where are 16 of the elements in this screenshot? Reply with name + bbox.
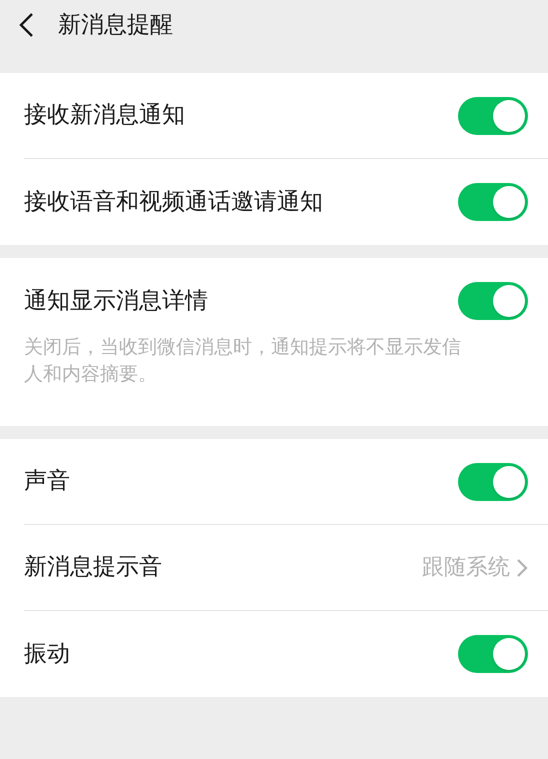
setting-label: 接收新消息通知 [24,101,185,130]
setting-label: 接收语音和视频通话邀请通知 [24,188,323,217]
page-title: 新消息提醒 [58,10,173,40]
setting-label: 声音 [24,467,70,496]
toggle-switch[interactable] [458,282,528,320]
setting-label: 振动 [24,640,70,669]
setting-label: 新消息提示音 [24,553,162,582]
setting-label: 通知显示消息详情 [24,286,208,316]
chevron-right-icon [516,558,528,578]
toggle-switch[interactable] [458,462,528,500]
back-icon[interactable] [18,12,34,38]
setting-value: 跟随系统 [422,554,510,582]
toggle-switch[interactable] [458,183,528,221]
setting-description: 关闭后，当收到微信消息时，通知提示将不显示发信人和内容摘要。 [24,335,462,387]
toggle-switch[interactable] [458,635,528,673]
toggle-switch[interactable] [458,96,528,134]
